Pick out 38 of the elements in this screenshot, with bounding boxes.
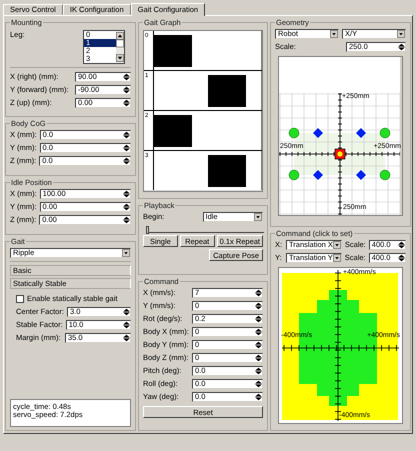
spin-arrows-icon[interactable] bbox=[255, 354, 262, 362]
spin-arrows-icon[interactable] bbox=[255, 380, 262, 388]
spin-arrows-icon[interactable] bbox=[398, 42, 405, 50]
spin-arrows-icon[interactable] bbox=[123, 72, 130, 80]
spin-arrows-icon[interactable] bbox=[123, 86, 130, 94]
stance-block bbox=[208, 155, 246, 187]
spin-arrows-icon[interactable] bbox=[255, 366, 262, 374]
spin-arrows-icon[interactable] bbox=[123, 320, 130, 328]
dropdown-arrow-icon[interactable] bbox=[332, 240, 341, 248]
spin-arrows-icon[interactable] bbox=[123, 308, 130, 316]
spin-arrows-icon[interactable] bbox=[255, 392, 262, 400]
spin-arrows-icon[interactable] bbox=[123, 334, 130, 342]
stance-block bbox=[154, 35, 192, 67]
dropdown-arrow-icon[interactable] bbox=[397, 30, 405, 38]
spin-arrows-icon[interactable] bbox=[255, 314, 262, 322]
spin-arrows-icon[interactable] bbox=[255, 328, 262, 336]
spin-arrows-icon[interactable] bbox=[255, 302, 262, 310]
playback-slider[interactable] bbox=[146, 226, 264, 233]
stance-block bbox=[154, 115, 192, 147]
spin-arrows-icon[interactable] bbox=[123, 216, 130, 224]
dropdown-arrow-icon[interactable] bbox=[122, 248, 130, 256]
stance-block bbox=[208, 75, 246, 107]
spin-arrows-icon[interactable] bbox=[398, 240, 405, 248]
dropdown-arrow-icon[interactable] bbox=[330, 30, 338, 38]
dropdown-arrow-icon[interactable] bbox=[254, 212, 262, 220]
spin-arrows-icon[interactable] bbox=[123, 130, 130, 138]
spin-arrows-icon[interactable] bbox=[123, 202, 130, 210]
spin-arrows-icon[interactable] bbox=[123, 156, 130, 164]
spin-arrows-icon[interactable] bbox=[123, 98, 130, 106]
scrollbar-icon[interactable] bbox=[116, 31, 124, 63]
spin-arrows-icon[interactable] bbox=[398, 254, 405, 262]
slider-thumb[interactable] bbox=[146, 226, 149, 234]
spin-arrows-icon[interactable] bbox=[123, 144, 130, 152]
dropdown-arrow-icon[interactable] bbox=[332, 254, 341, 262]
spin-arrows-icon[interactable] bbox=[255, 340, 262, 348]
spin-arrows-icon[interactable] bbox=[255, 288, 262, 296]
checkbox[interactable] bbox=[16, 294, 24, 302]
spin-arrows-icon[interactable] bbox=[123, 190, 130, 198]
